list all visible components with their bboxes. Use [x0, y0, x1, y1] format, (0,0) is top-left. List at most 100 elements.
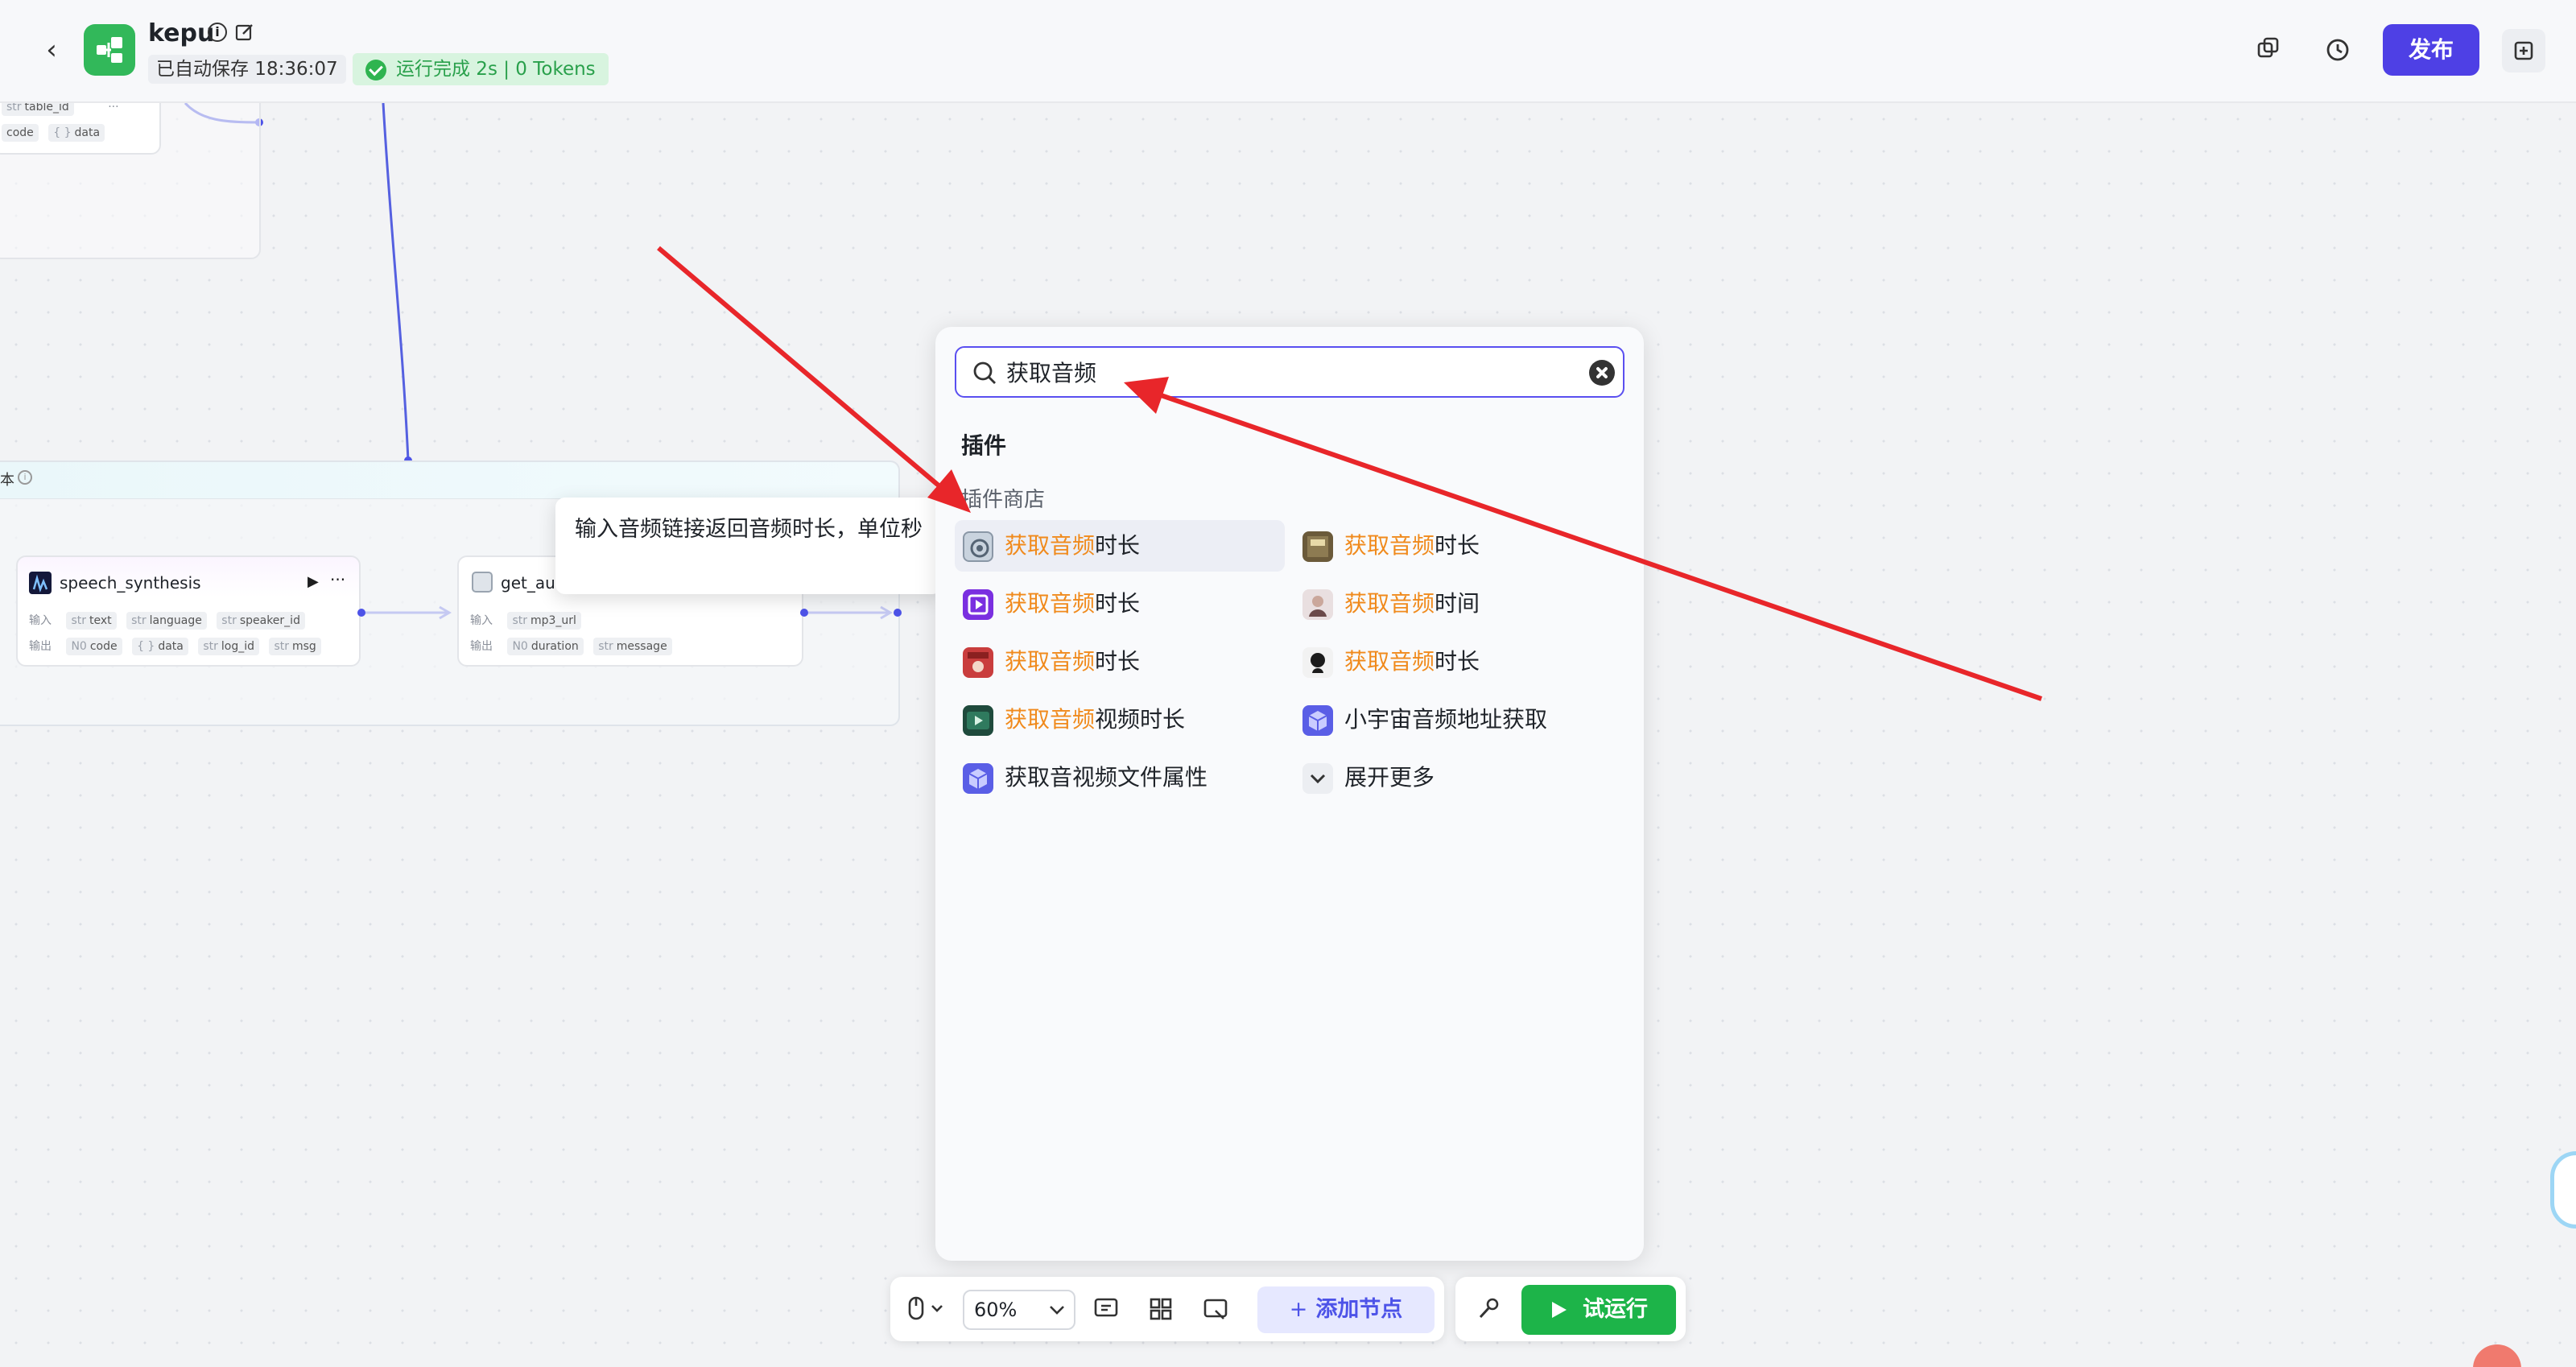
plugin-label: 获取音频时长 [1005, 590, 1141, 617]
plugin-label: 获取音频时长 [1005, 532, 1141, 559]
run-node-icon[interactable]: ▶ [308, 573, 319, 590]
minimap-icon[interactable] [1201, 1295, 1230, 1324]
plugin-label: 获取音频时间 [1344, 590, 1480, 617]
param-tag: str mp3_url [507, 612, 581, 630]
workflow-app-icon [84, 24, 135, 76]
test-run-button[interactable]: 试运行 [1521, 1285, 1676, 1335]
cube-icon [963, 763, 993, 794]
plugin-item[interactable]: 获取音频时长 [1294, 636, 1624, 688]
param-tag: str speaker_id [217, 612, 305, 630]
info-icon[interactable]: i [208, 23, 227, 42]
clear-icon[interactable] [1589, 360, 1615, 386]
layout-icon[interactable] [1146, 1295, 1175, 1324]
chevron-down-icon [1302, 763, 1333, 794]
plugin-label: 获取音频时长 [1344, 648, 1480, 675]
canvas-toolbar: 60% + 添加节点 [890, 1277, 1444, 1341]
plugin-item[interactable]: 获取音频时长 [955, 520, 1285, 572]
zoom-select[interactable]: 60% [963, 1290, 1075, 1330]
plugin-item[interactable]: 获取音频时间 [1294, 578, 1624, 630]
param-tag: str log_id [198, 638, 259, 655]
top-node-outputs: code { } data [2, 124, 111, 142]
node-port[interactable] [357, 609, 365, 617]
node-port[interactable] [800, 609, 808, 617]
plugin-item[interactable]: 获取音频时长 [955, 636, 1285, 688]
node-title: speech_synthesis [60, 573, 201, 593]
purple-video-icon [963, 589, 993, 620]
node-inputs: 输入 str mp3_url [470, 612, 588, 630]
back-icon[interactable]: ‹ [37, 35, 66, 64]
check-circle-icon [365, 60, 386, 81]
red-app-icon [963, 647, 993, 678]
dark-head-icon [1302, 647, 1333, 678]
search-icon [973, 361, 996, 384]
assistant-bubble-icon[interactable] [2550, 1151, 2576, 1229]
test-run-label: 试运行 [1583, 1297, 1648, 1322]
copy-icon[interactable] [2252, 34, 2285, 66]
mouse-mode-icon[interactable] [905, 1295, 950, 1324]
section-title: 插件 [961, 432, 1007, 459]
plugin-item[interactable]: 获取音频时长 [1294, 520, 1624, 572]
cube-icon [1302, 705, 1333, 736]
media-tools-icon [1302, 531, 1333, 562]
expand-more-button[interactable]: 展开更多 [1294, 752, 1624, 803]
plugin-item[interactable]: 小宇宙音频地址获取 [1294, 694, 1624, 745]
param-tag: str message [593, 638, 672, 655]
plugin-item[interactable]: 获取音频时长 [955, 578, 1285, 630]
node-inputs: 输入 str text str language str speaker_id [29, 612, 312, 630]
play-icon [1552, 1302, 1567, 1318]
app-title: kepu [148, 19, 215, 47]
plugin-label: 获取音频视频时长 [1005, 706, 1186, 733]
portrait-icon [1302, 589, 1333, 620]
wrench-icon[interactable] [1475, 1295, 1504, 1324]
run-status-badge[interactable]: 运行完成 2s | 0 Tokens [353, 53, 609, 85]
publish-button[interactable]: 发布 [2383, 24, 2479, 76]
param-tag: code [2, 124, 39, 142]
param-tag: { } data [48, 124, 105, 142]
param-tag: str language [126, 612, 207, 630]
plugin-label: 获取音视频文件属性 [1005, 764, 1208, 791]
plus-icon: + [1289, 1297, 1308, 1322]
output-label: 输出 [29, 640, 52, 653]
plugin-tooltip: 输入音频链接返回音频时长，单位秒 [555, 498, 942, 594]
plugin-item[interactable]: 获取音视频文件属性 [955, 752, 1285, 803]
param-tag: N0 duration [507, 638, 584, 655]
subsection-title: 插件商店 [961, 488, 1046, 512]
panel-icon [2514, 41, 2533, 60]
edit-icon[interactable] [235, 23, 254, 42]
speech-node-icon [29, 572, 52, 594]
side-panel-toggle[interactable] [2502, 29, 2545, 72]
add-node-label: 添加节点 [1315, 1297, 1403, 1322]
param-tag: { } data [132, 638, 188, 655]
param-tag: N0 code [66, 638, 122, 655]
node-search-panel: 插件 插件商店 获取音频时长 获取音频时长 获取音频时长 获取音频视频时长 获取… [935, 327, 1644, 1261]
input-label: 输入 [29, 614, 52, 627]
plugin-node-icon [472, 572, 493, 593]
output-label: 输出 [470, 640, 493, 653]
plugin-item[interactable]: 获取音频视频时长 [955, 694, 1285, 745]
plugin-label: 展开更多 [1344, 764, 1435, 791]
search-field[interactable] [955, 346, 1624, 398]
zoom-value: 60% [974, 1299, 1018, 1321]
history-icon[interactable] [2322, 34, 2354, 66]
node-outputs: 输出 N0 code { } data str log_id str msg [29, 638, 328, 655]
search-input[interactable] [1006, 356, 1570, 388]
chevron-down-icon [1050, 1306, 1064, 1315]
run-status-text: 运行完成 2s | 0 Tokens [396, 59, 596, 80]
plugin-label: 获取音频时长 [1344, 532, 1480, 559]
input-label: 输入 [470, 614, 493, 627]
param-tag: str text [66, 612, 117, 630]
comment-icon[interactable] [1092, 1295, 1121, 1324]
audio-chip-icon [963, 531, 993, 562]
more-icon[interactable]: ··· [330, 570, 345, 589]
param-tag: str msg [269, 638, 321, 655]
node-title: get_auc [501, 573, 564, 593]
node-speech-synthesis[interactable]: speech_synthesis ▶ ··· 输入 str text str lan… [16, 555, 361, 667]
plugin-label: 小宇宙音频地址获取 [1344, 706, 1548, 733]
node-outputs: 输出 N0 duration str message [470, 638, 679, 655]
node-port[interactable] [894, 609, 902, 617]
info-icon[interactable]: i [18, 470, 32, 485]
loop-header: 本 i [0, 462, 898, 499]
add-node-button[interactable]: + 添加节点 [1257, 1286, 1435, 1333]
run-toolbar: 试运行 [1455, 1277, 1686, 1341]
autosave-status: 已自动保存 18:36:07 [148, 55, 346, 84]
